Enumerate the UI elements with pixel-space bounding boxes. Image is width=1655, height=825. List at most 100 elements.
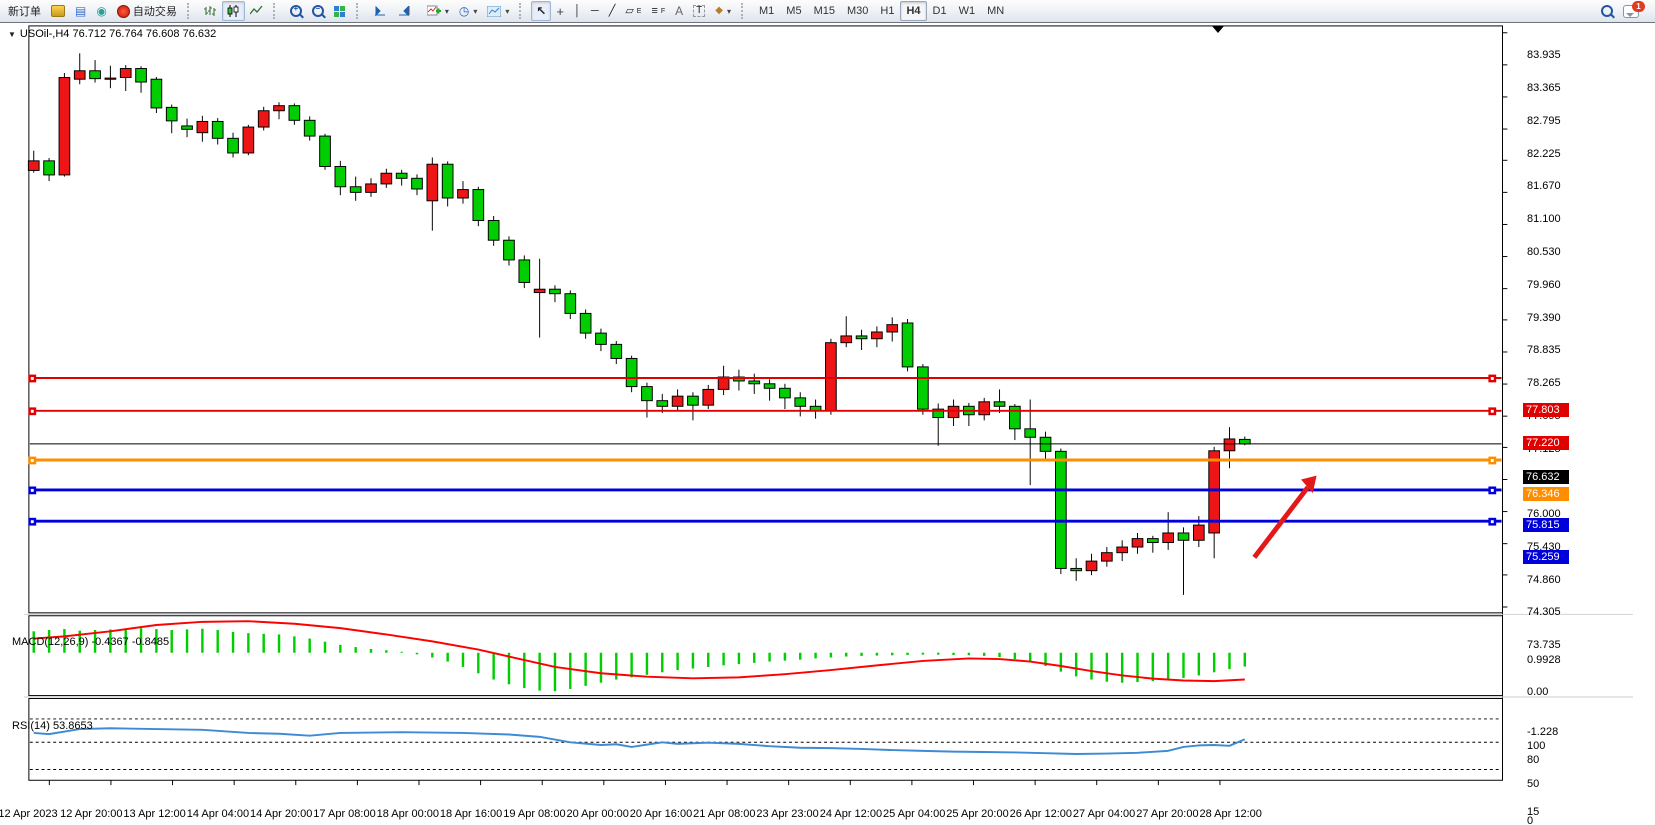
cursor-button[interactable]: ↖: [531, 1, 551, 21]
candle-body: [289, 106, 300, 121]
timeframe-button-m5[interactable]: M5: [780, 1, 807, 21]
candle: [534, 259, 545, 338]
candle-body: [994, 402, 1005, 407]
trend-arrow-annotation[interactable]: [1254, 476, 1316, 558]
main-toolbar: 新订单 ▤ ◉ 自动交易: [0, 0, 1655, 23]
autotrading-label: 自动交易: [133, 3, 177, 19]
candle-body: [979, 402, 990, 415]
zoom-out-button[interactable]: –: [307, 1, 329, 21]
candle-body: [1025, 429, 1036, 437]
candle: [887, 317, 898, 341]
bid-line-price-badge: 76.632: [1523, 470, 1569, 484]
candle: [1010, 404, 1021, 440]
candlestick-chart-button[interactable]: [222, 1, 245, 21]
timeframe-button-h4[interactable]: H4: [900, 1, 926, 21]
timeframe-button-m1[interactable]: M1: [753, 1, 780, 21]
candle: [151, 77, 162, 113]
candle-body: [672, 396, 683, 406]
macd-signal-line: [34, 621, 1245, 681]
text-button[interactable]: A: [670, 1, 688, 21]
order-history-button[interactable]: [46, 1, 70, 21]
symbol-ohlc-text: USOil-,H4 76.712 76.764 76.608 76.632: [20, 28, 216, 40]
text-label-button[interactable]: T: [688, 1, 710, 21]
price-tick-label: 80.530: [1527, 246, 1561, 258]
candle-body: [611, 344, 622, 358]
candle: [44, 158, 55, 181]
candle: [856, 330, 867, 350]
candle: [734, 370, 745, 391]
resistance-2-handle-dot: [31, 410, 34, 413]
chart-shift-button[interactable]: [392, 1, 416, 21]
timeframe-button-d1[interactable]: D1: [927, 1, 953, 21]
time-tick-label: 25 Apr 04:00: [883, 808, 945, 820]
pivot-line-price-badge: 76.346: [1523, 487, 1569, 501]
zoom-in-button[interactable]: +: [285, 1, 307, 21]
candle-body: [902, 323, 913, 367]
search-icon: [1601, 5, 1613, 17]
toolbar-grip[interactable]: [187, 3, 194, 19]
auto-scroll-button[interactable]: [368, 1, 392, 21]
vertical-line-button[interactable]: │: [569, 1, 586, 21]
autotrading-button[interactable]: 自动交易: [112, 1, 182, 21]
candle-body: [1117, 547, 1128, 553]
candle-body: [764, 384, 775, 389]
candle: [826, 339, 837, 415]
toolbar-grip[interactable]: [356, 3, 363, 19]
candle-body: [1163, 533, 1174, 543]
indicators-button[interactable]: ▾: [422, 1, 454, 21]
zoom-in-icon: +: [290, 5, 302, 17]
horizontal-line-button[interactable]: ─: [586, 1, 604, 21]
price-lines-layer[interactable]: [29, 375, 1502, 525]
equidistant-channel-button[interactable]: ▱ E: [620, 1, 646, 21]
market-watch-button[interactable]: ▤: [70, 1, 91, 21]
chat-bubble-icon: 1: [1623, 5, 1639, 18]
periods-button[interactable]: ◷ ▾: [454, 1, 483, 21]
signals-button[interactable]: ◉: [91, 1, 111, 21]
crosshair-button[interactable]: +: [551, 1, 569, 21]
chart-canvas[interactable]: [0, 23, 1655, 825]
timeframe-button-mn[interactable]: MN: [981, 1, 1010, 21]
timeframe-button-m15[interactable]: M15: [808, 1, 841, 21]
candle-body: [1178, 533, 1189, 540]
candle: [304, 116, 315, 140]
candle-body: [1101, 553, 1112, 561]
bar-chart-button[interactable]: [199, 1, 222, 21]
toolbar-grip[interactable]: [273, 3, 280, 19]
candle: [212, 118, 223, 144]
rsi-panel-frame: [29, 698, 1503, 780]
candle-body: [228, 138, 239, 153]
candle-body: [826, 343, 837, 411]
fibonacci-button[interactable]: ≡ F: [646, 1, 670, 21]
toolbar-grip[interactable]: [741, 3, 748, 19]
trendline-button[interactable]: ╱: [604, 1, 621, 21]
candle-body: [1010, 406, 1021, 429]
candle-body: [841, 336, 852, 343]
horizontal-line-icon: ─: [591, 6, 599, 17]
candle-body: [703, 389, 714, 405]
timeframe-button-m30[interactable]: M30: [841, 1, 874, 21]
tile-windows-button[interactable]: [329, 1, 351, 21]
search-button[interactable]: [1596, 1, 1618, 21]
notifications-button[interactable]: 1: [1618, 1, 1644, 21]
candle-body: [396, 173, 407, 178]
symbol-dropdown-icon[interactable]: ▼: [8, 30, 16, 39]
shapes-icon: ◆: [715, 6, 723, 16]
candle: [120, 65, 131, 91]
clock-icon: ◷: [459, 5, 469, 17]
candle-body: [626, 358, 637, 386]
toolbar-grip[interactable]: [519, 3, 526, 19]
chart-shift-marker-icon[interactable]: [1212, 26, 1224, 33]
line-chart-button[interactable]: [245, 1, 268, 21]
line-chart-icon: [250, 5, 263, 17]
macd-panel-frame: [29, 616, 1503, 696]
candle: [28, 151, 39, 173]
candle: [872, 326, 883, 347]
candle: [1101, 547, 1112, 567]
timeframe-button-h1[interactable]: H1: [874, 1, 900, 21]
arrows-button[interactable]: ◆ ▾: [710, 1, 736, 21]
new-order-button[interactable]: 新订单: [3, 1, 46, 21]
time-tick-label: 17 Apr 08:00: [313, 808, 375, 820]
templates-button[interactable]: ▾: [482, 1, 514, 21]
timeframe-button-w1[interactable]: W1: [953, 1, 982, 21]
candle: [166, 105, 177, 134]
